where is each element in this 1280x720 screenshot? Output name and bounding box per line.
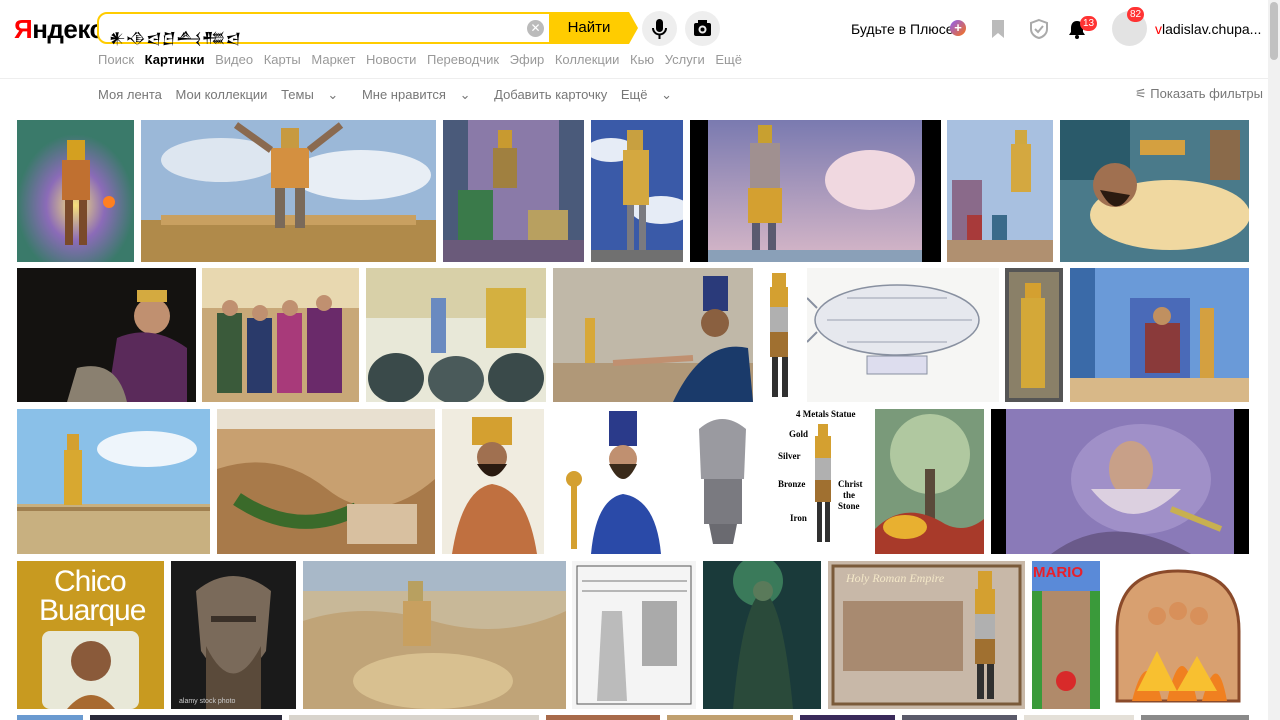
my-collections-link[interactable]: Мои коллекции — [176, 87, 268, 102]
image-result[interactable]: Holy Roman Empire — [828, 561, 1025, 709]
image-result[interactable] — [443, 120, 584, 262]
image-result[interactable] — [202, 268, 359, 402]
services-nav: Поиск Картинки Видео Карты Маркет Новост… — [98, 52, 749, 67]
image-result[interactable] — [800, 715, 895, 720]
search-input[interactable]: 𒀭𒈾𒁀𒆪𒋀𒍣𒁀 — [109, 19, 241, 56]
image-result[interactable] — [760, 268, 800, 402]
image-result[interactable] — [17, 715, 83, 720]
metals-title: 4 Metals Statue — [796, 409, 856, 419]
service-news[interactable]: Новости — [366, 52, 416, 67]
image-result[interactable] — [679, 409, 766, 554]
service-images[interactable]: Картинки — [145, 52, 205, 67]
plus-promo-link[interactable]: Будьте в Плюсе — [851, 21, 954, 37]
image-result[interactable] — [551, 409, 672, 554]
service-maps[interactable]: Карты — [264, 52, 301, 67]
voice-search-button[interactable] — [642, 11, 677, 46]
more-dropdown[interactable]: Ещё ⌄ — [621, 87, 682, 102]
images-subnav: Моя лента Мои коллекции Темы ⌄ Мне нрави… — [98, 87, 692, 103]
gold-label: Gold — [789, 429, 809, 439]
image-result[interactable] — [141, 120, 436, 262]
stone-label: Stone — [838, 501, 860, 511]
image-result[interactable] — [875, 409, 984, 554]
avatar-badge: 82 — [1127, 7, 1145, 22]
image-result[interactable] — [1070, 268, 1249, 402]
image-result[interactable] — [667, 715, 793, 720]
image-result[interactable] — [17, 268, 196, 402]
show-filters-button[interactable]: ⚟ Показать фильтры — [1135, 86, 1263, 102]
image-result[interactable] — [217, 409, 435, 554]
image-result[interactable] — [90, 715, 282, 720]
image-result[interactable]: MARIO — [1032, 561, 1100, 709]
bookmark-icon[interactable] — [987, 18, 1009, 40]
user-name[interactable]: vladislav.chupa... — [1155, 21, 1261, 37]
image-result[interactable]: 4 Metals Statue Gold Silver Bronze Iron … — [773, 409, 869, 554]
watermark-text: alamy stock photo — [179, 698, 236, 705]
service-more[interactable]: Ещё — [715, 52, 742, 67]
image-result[interactable] — [703, 561, 821, 709]
search-box[interactable]: 𒀭𒈾𒁀𒆪𒋀𒍣𒁀 ✕ — [97, 12, 621, 48]
image-result[interactable] — [1107, 561, 1249, 709]
plus-icon: + — [950, 20, 966, 36]
image-result[interactable] — [366, 268, 546, 402]
service-efir[interactable]: Эфир — [510, 52, 545, 67]
image-search-button[interactable] — [685, 11, 720, 46]
image-result[interactable] — [1005, 268, 1063, 402]
service-collections[interactable]: Коллекции — [555, 52, 620, 67]
page-scrollbar[interactable] — [1268, 0, 1280, 720]
scrollbar-thumb[interactable] — [1270, 2, 1278, 60]
image-result[interactable] — [572, 561, 696, 709]
yandex-logo[interactable]: Яндекс — [14, 14, 104, 45]
mario-logo-text: MARIO — [1033, 564, 1083, 581]
add-card-link[interactable]: Добавить карточку — [494, 87, 607, 102]
iron-label: Iron — [790, 513, 807, 523]
image-result[interactable]: Chico Buarque — [17, 561, 164, 709]
holy-roman-title: Holy Roman Empire — [846, 571, 945, 585]
image-result[interactable] — [591, 120, 683, 262]
filter-icon: ⚟ — [1135, 86, 1147, 101]
image-result[interactable] — [546, 715, 660, 720]
chevron-down-icon: ⌄ — [459, 87, 471, 102]
the-label: the — [843, 490, 855, 500]
image-result[interactable] — [553, 268, 753, 402]
image-result[interactable] — [17, 120, 134, 262]
shield-icon[interactable] — [1028, 18, 1050, 40]
image-result[interactable] — [1024, 715, 1134, 720]
chevron-down-icon: ⌄ — [661, 87, 672, 102]
image-result[interactable] — [17, 409, 210, 554]
my-feed-link[interactable]: Моя лента — [98, 87, 162, 102]
image-result[interactable] — [947, 120, 1053, 262]
image-result[interactable] — [442, 409, 544, 554]
camera-icon — [694, 20, 711, 36]
christ-label: Christ — [838, 479, 863, 489]
image-result[interactable] — [807, 268, 999, 402]
image-result[interactable] — [690, 120, 941, 262]
image-result[interactable] — [902, 715, 1017, 720]
service-video[interactable]: Видео — [215, 52, 253, 67]
service-translator[interactable]: Переводчик — [427, 52, 499, 67]
themes-dropdown[interactable]: Темы ⌄ — [281, 87, 348, 102]
clear-search-icon[interactable]: ✕ — [527, 20, 544, 37]
service-market[interactable]: Маркет — [311, 52, 355, 67]
image-result[interactable] — [991, 409, 1249, 554]
service-q[interactable]: Кью — [630, 52, 654, 67]
microphone-icon — [652, 19, 667, 39]
chevron-down-icon: ⌄ — [327, 87, 339, 102]
buarque-text: Buarque — [39, 594, 146, 627]
bronze-label: Bronze — [778, 479, 806, 489]
image-result[interactable]: alamy stock photo — [171, 561, 296, 709]
service-uslugi[interactable]: Услуги — [665, 52, 705, 67]
header: Яндекс 𒀭𒈾𒁀𒆪𒋀𒍣𒁀 ✕ Найти Будьте в Плюсе + … — [0, 0, 1268, 79]
search-button[interactable]: Найти — [549, 12, 638, 44]
notifications-badge: 13 — [1080, 16, 1098, 31]
likes-dropdown[interactable]: Мне нравится ⌄ — [362, 87, 481, 102]
image-result[interactable] — [289, 715, 539, 720]
image-result[interactable] — [303, 561, 566, 709]
silver-label: Silver — [778, 451, 801, 461]
image-result[interactable] — [1141, 715, 1249, 720]
service-search[interactable]: Поиск — [98, 52, 134, 67]
image-result[interactable] — [1060, 120, 1249, 262]
